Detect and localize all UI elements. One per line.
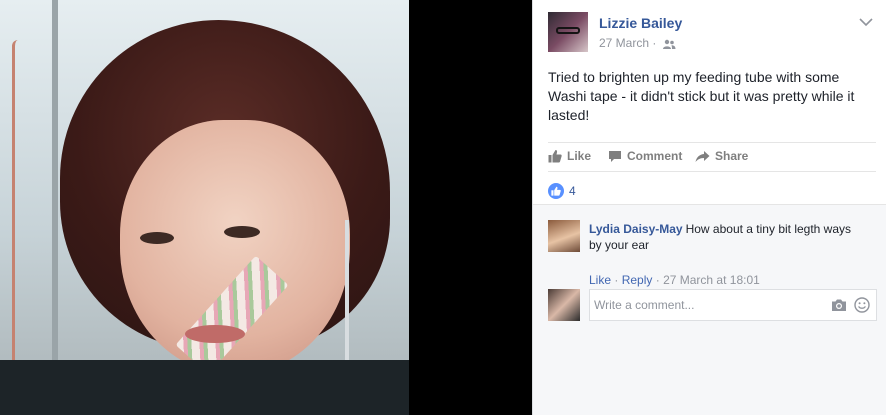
- chevron-down-icon[interactable]: [859, 17, 873, 27]
- like-button[interactable]: Like: [548, 149, 591, 163]
- post-photo[interactable]: [0, 0, 409, 415]
- comment-body: Lydia Daisy-May How about a tiny bit legt…: [589, 221, 859, 253]
- reactions-summary[interactable]: 4: [548, 182, 576, 200]
- photo-iv-pole: [52, 0, 58, 415]
- photo-viewer: [0, 0, 532, 415]
- comment-links: Like · Reply · 27 March at 18:01: [589, 273, 760, 287]
- reaction-count[interactable]: 4: [569, 184, 576, 198]
- post-meta: 27 March ·: [599, 36, 676, 50]
- friends-icon[interactable]: [662, 39, 676, 49]
- author-avatar[interactable]: [548, 12, 588, 52]
- comment-input-box: [589, 289, 877, 321]
- meta-separator: ·: [652, 36, 657, 50]
- comment-like-link[interactable]: Like: [589, 273, 611, 287]
- like-icon: [548, 183, 564, 199]
- comment-reply-link[interactable]: Reply: [622, 273, 653, 287]
- current-user-avatar: [548, 289, 580, 321]
- commenter-name[interactable]: Lydia Daisy-May: [589, 222, 683, 236]
- comment-input[interactable]: [590, 290, 825, 320]
- like-label: Like: [567, 149, 592, 163]
- thumbs-up-icon: [548, 150, 562, 163]
- comment-button[interactable]: Comment: [608, 149, 682, 163]
- camera-icon[interactable]: [831, 298, 847, 312]
- post-text: Tried to brighten up my feeding tube wit…: [548, 69, 855, 123]
- comment-icon: [609, 150, 621, 162]
- commenter-avatar[interactable]: [548, 220, 580, 252]
- photo-tube: [12, 40, 26, 380]
- comments-section: Lydia Daisy-May How about a tiny bit legt…: [533, 204, 886, 415]
- author-name[interactable]: Lizzie Bailey: [599, 15, 682, 31]
- avatar-glasses: [556, 27, 580, 34]
- photo-right-eye: [224, 226, 260, 238]
- post-header: Lizzie Bailey 27 March ·: [548, 12, 878, 54]
- share-label: Share: [715, 149, 749, 163]
- post-actions-bar: Like Comment Share: [548, 142, 876, 172]
- photo-left-eye: [140, 232, 174, 244]
- post-side-panel: Lizzie Bailey 27 March · Tried to bright…: [532, 0, 886, 415]
- share-button[interactable]: Share: [695, 149, 748, 163]
- comment-label: Comment: [627, 149, 683, 163]
- comment-composer: [548, 289, 877, 323]
- comment-separator: ·: [614, 273, 619, 287]
- photo-shirt: [0, 360, 409, 415]
- share-icon: [695, 150, 710, 162]
- post-date[interactable]: 27 March: [599, 36, 649, 50]
- comment-separator: ·: [655, 273, 660, 287]
- comment-timestamp[interactable]: 27 March at 18:01: [663, 273, 760, 287]
- emoji-icon[interactable]: [854, 297, 870, 313]
- photo-lips: [185, 325, 245, 343]
